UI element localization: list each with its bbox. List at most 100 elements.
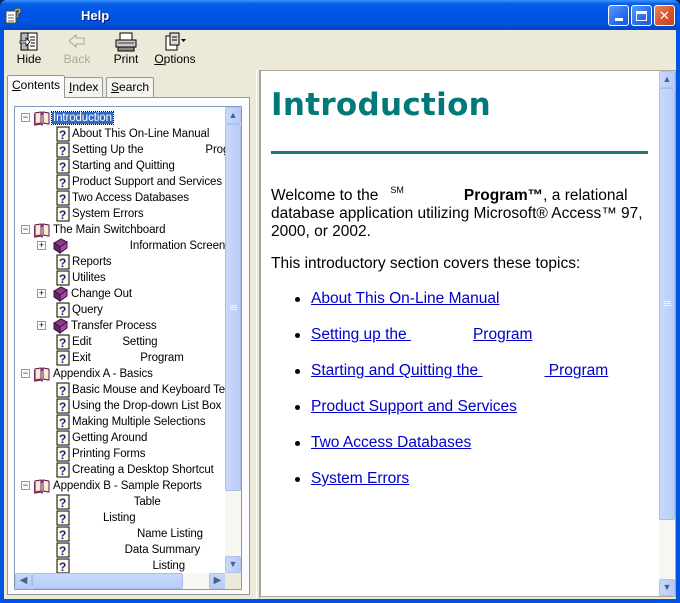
topic-link[interactable]: System Errors — [311, 470, 409, 488]
topic-link[interactable]: Product Support and Services — [311, 398, 517, 416]
tree-node[interactable]: ? Setting Up the Progra — [15, 142, 226, 158]
contents-tree[interactable]: − Introduction? About This On-Line Manual?… — [14, 106, 242, 590]
collapse-icon[interactable]: − — [21, 481, 30, 490]
tree-node[interactable]: ? Listing — [15, 558, 226, 573]
tree-node[interactable]: ? Printing Forms — [15, 446, 226, 462]
closed-book-icon — [53, 318, 68, 334]
help-page-icon: ? — [56, 382, 70, 398]
tree-node[interactable]: ? Table — [15, 494, 226, 510]
svg-text:?: ? — [59, 400, 66, 414]
topic-pane: Introduction Welcome to the SM Program™, a… — [260, 70, 676, 597]
tree-node[interactable]: ? System Errors — [15, 206, 226, 222]
chevron-up-icon: ▲ — [228, 110, 238, 120]
svg-text:?: ? — [14, 6, 21, 20]
maximize-button[interactable] — [631, 5, 652, 26]
tree-horizontal-scrollbar[interactable]: ◀ ▶ — [15, 573, 226, 589]
collapse-icon[interactable]: − — [21, 113, 30, 122]
chevron-down-icon: ▼ — [228, 559, 238, 569]
tree-node[interactable]: ? Two Access Databases — [15, 190, 226, 206]
hide-button[interactable]: Hide — [14, 32, 44, 68]
tree-node[interactable]: ? Exit Program — [15, 350, 226, 366]
tree-node[interactable]: ? Data Summary — [15, 542, 226, 558]
contents-panel: − Introduction? About This On-Line Manual?… — [7, 97, 250, 595]
tree-vertical-scrollbar[interactable]: ▲ ▼ — [225, 107, 241, 573]
tree-node[interactable]: − Introduction — [15, 110, 226, 126]
tree-node[interactable]: ? Basic Mouse and Keyboard Te — [15, 382, 226, 398]
expand-icon[interactable]: + — [37, 289, 46, 298]
tab-index[interactable]: Index — [64, 77, 104, 97]
tree-node[interactable]: ? Utilites — [15, 270, 226, 286]
topic-scroll-up-button[interactable]: ▲ — [659, 71, 675, 88]
tree-node[interactable]: − Appendix A - Basics — [15, 366, 226, 382]
chevron-down-icon: ▼ — [662, 582, 672, 592]
tree-node[interactable]: ? Reports — [15, 254, 226, 270]
svg-text:?: ? — [59, 256, 66, 270]
options-button[interactable]: Options — [154, 32, 196, 68]
tree-node[interactable]: ? Edit Setting — [15, 334, 226, 350]
topic-scroll-down-button[interactable]: ▼ — [659, 579, 675, 596]
chevron-left-icon: ◀ — [19, 575, 28, 586]
topic-link[interactable]: Starting and Quitting the Program — [311, 362, 608, 380]
topic-scroll-thumb[interactable] — [659, 88, 675, 520]
tree-node[interactable]: + Information Screen — [15, 238, 226, 254]
tree-node-label: Starting and Quitting — [72, 160, 175, 172]
tree-node[interactable]: ? Making Multiple Selections — [15, 414, 226, 430]
tree-node-label: Creating a Desktop Shortcut — [72, 464, 214, 476]
svg-text:?: ? — [59, 192, 66, 206]
back-button[interactable]: Back — [62, 32, 92, 68]
printer-icon — [115, 32, 137, 52]
help-app-icon: ? — [5, 6, 22, 24]
minimize-button[interactable] — [608, 5, 629, 26]
tree-node[interactable]: ? Listing — [15, 510, 226, 526]
topic-link[interactable]: About This On-Line Manual — [311, 290, 499, 308]
tab-search[interactable]: Search — [106, 77, 155, 97]
tree-node[interactable]: ? Query — [15, 302, 226, 318]
tree-node[interactable]: + Transfer Process — [15, 318, 226, 334]
topic-vertical-scrollbar[interactable]: ▲ ▼ — [659, 71, 675, 596]
tree-node[interactable]: ? Product Support and Services — [15, 174, 226, 190]
tree-node[interactable]: ? Getting Around — [15, 430, 226, 446]
help-page-icon: ? — [56, 350, 70, 366]
scroll-up-button[interactable]: ▲ — [225, 107, 241, 124]
scroll-down-button[interactable]: ▼ — [225, 556, 241, 573]
hide-pane-icon — [19, 32, 38, 51]
help-page-icon: ? — [56, 430, 70, 446]
svg-text:?: ? — [59, 432, 66, 446]
help-page-icon: ? — [56, 558, 70, 573]
scroll-right-button[interactable]: ▶ — [209, 573, 226, 589]
maximize-icon — [636, 10, 647, 21]
print-button[interactable]: Print — [111, 32, 141, 68]
title-bar[interactable]: ? Help ✕ — [0, 0, 680, 30]
tree-node[interactable]: ? Creating a Desktop Shortcut — [15, 462, 226, 478]
help-page-icon: ? — [56, 174, 70, 190]
tree-node[interactable]: ? Using the Drop-down List Box — [15, 398, 226, 414]
tree-node-label: Printing Forms — [72, 448, 146, 460]
tree-node[interactable]: + Change Out — [15, 286, 226, 302]
tree-node-label: Name Listing — [72, 528, 203, 540]
topic-link[interactable]: Two Access Databases — [311, 434, 471, 452]
collapse-icon[interactable]: − — [21, 225, 30, 234]
expand-icon[interactable]: + — [37, 321, 46, 330]
help-page-icon: ? — [56, 142, 70, 158]
tree-node[interactable]: ? About This On-Line Manual — [15, 126, 226, 142]
topic-link[interactable]: Setting up the Program — [311, 326, 532, 344]
tree-node[interactable]: ? Name Listing — [15, 526, 226, 542]
bullet-icon — [295, 297, 300, 302]
h-scroll-thumb[interactable] — [32, 573, 183, 589]
tree-node[interactable]: − The Main Switchboard — [15, 222, 226, 238]
scroll-thumb[interactable] — [225, 124, 241, 491]
help-page-icon: ? — [56, 398, 70, 414]
svg-text:?: ? — [59, 160, 66, 174]
tab-contents[interactable]: Contents — [7, 75, 66, 98]
help-page-icon: ? — [56, 126, 70, 142]
open-book-icon — [34, 367, 50, 382]
print-label: Print — [113, 52, 139, 66]
scroll-left-button[interactable]: ◀ — [15, 573, 32, 589]
svg-text:?: ? — [59, 416, 66, 430]
bullet-icon — [295, 405, 300, 410]
tree-node[interactable]: − Appendix B - Sample Reports — [15, 478, 226, 494]
close-button[interactable]: ✕ — [654, 5, 675, 26]
tree-node[interactable]: ? Starting and Quitting — [15, 158, 226, 174]
collapse-icon[interactable]: − — [21, 369, 30, 378]
expand-icon[interactable]: + — [37, 241, 46, 250]
